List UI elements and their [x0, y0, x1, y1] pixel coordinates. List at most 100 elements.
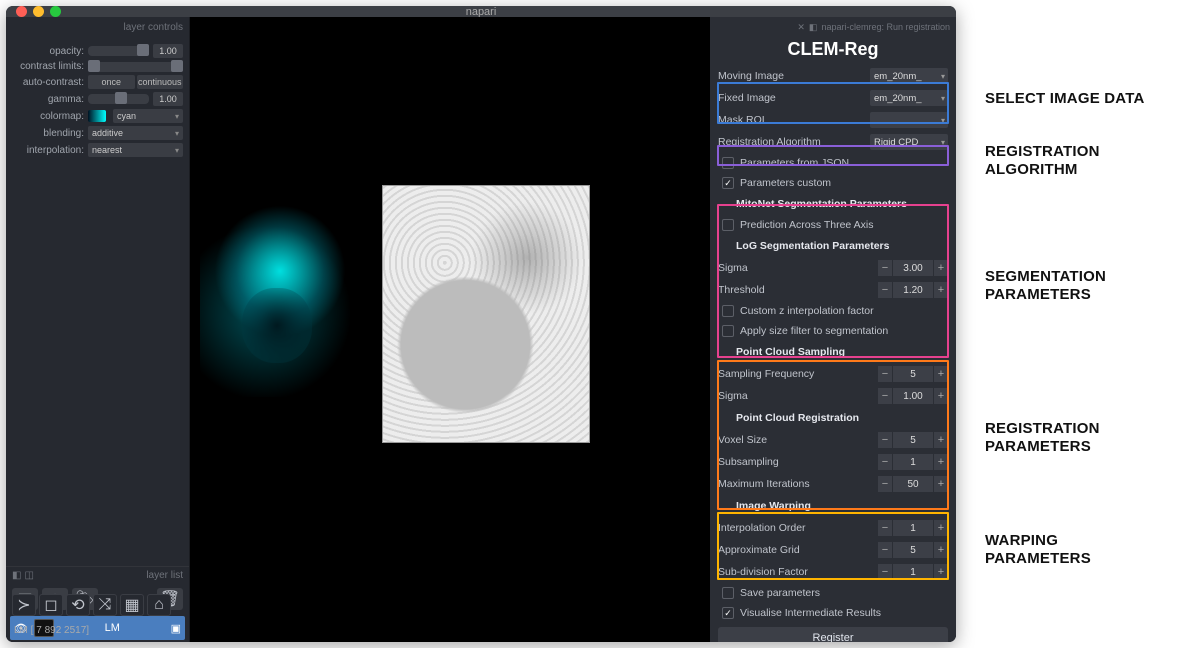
autocontrast-once-button[interactable]: once [88, 75, 135, 89]
ndisplay-button[interactable]: ◻ [39, 594, 63, 616]
voxel-label: Voxel Size [718, 434, 874, 446]
sizefilter-label: Apply size filter to segmentation [740, 325, 888, 337]
subsamp-plus-button[interactable]: + [934, 454, 948, 470]
threshold-label: Threshold [718, 284, 874, 296]
params-custom-label: Parameters custom [740, 177, 831, 189]
sigma-minus-button[interactable]: − [878, 260, 892, 276]
voxel-minus-button[interactable]: − [878, 432, 892, 448]
mask-roi-label: Mask ROI [718, 114, 866, 126]
sampfreq-minus-button[interactable]: − [878, 366, 892, 382]
interp-value[interactable]: 1 [893, 520, 933, 536]
annotation-warp-params: WARPING PARAMETERS [985, 532, 1091, 569]
custom-z-label: Custom z interpolation factor [740, 305, 874, 317]
subsamp-minus-button[interactable]: − [878, 454, 892, 470]
opacity-label: opacity: [12, 46, 84, 57]
maxit-minus-button[interactable]: − [878, 476, 892, 492]
blending-dropdown[interactable]: additive [88, 126, 183, 140]
opacity-value: 1.00 [153, 44, 183, 58]
float-panel-icon[interactable]: ◧ [809, 22, 818, 33]
em-image [382, 185, 590, 443]
vis-intermediate-label: Visualise Intermediate Results [740, 607, 881, 619]
params-json-label: Parameters from JSON [740, 157, 849, 169]
fixed-image-label: Fixed Image [718, 92, 866, 104]
canvas[interactable] [190, 17, 710, 642]
autocontrast-label: auto-contrast: [12, 77, 84, 88]
status-text: LM [ 7 892 2517] [14, 625, 89, 636]
subsamp-value[interactable]: 1 [893, 454, 933, 470]
interp-order-label: Interpolation Order [718, 522, 874, 534]
titlebar: napari [6, 6, 956, 17]
gamma-slider[interactable] [88, 94, 149, 104]
sigma2-plus-button[interactable]: + [934, 388, 948, 404]
console-button[interactable]: ≻ [12, 594, 36, 616]
plugin-panel: ✕ ◧ napari-clemreg: Run registration CLE… [710, 17, 956, 642]
subdiv-minus-button[interactable]: − [878, 564, 892, 580]
threshold-value[interactable]: 1.20 [893, 282, 933, 298]
threshold-plus-button[interactable]: + [934, 282, 948, 298]
moving-image-dropdown[interactable]: em_20nm_ [870, 68, 948, 84]
sizefilter-checkbox[interactable] [722, 325, 734, 337]
close-panel-icon[interactable]: ✕ [797, 22, 805, 33]
sigma2-label: Sigma [718, 390, 874, 402]
subdiv-plus-button[interactable]: + [934, 564, 948, 580]
interpolation-label: interpolation: [12, 145, 84, 156]
window-title: napari [6, 6, 956, 18]
interpolation-dropdown[interactable]: nearest [88, 143, 183, 157]
layer-controls-title: layer controls [124, 22, 183, 33]
fixed-image-dropdown[interactable]: em_20nm_ [870, 90, 948, 106]
home-button[interactable]: ⌂ [147, 594, 171, 616]
sigma2-value[interactable]: 1.00 [893, 388, 933, 404]
float-icon[interactable]: ◫ [24, 570, 33, 581]
interp-minus-button[interactable]: − [878, 520, 892, 536]
autocontrast-continuous-button[interactable]: continuous [137, 75, 184, 89]
maxit-plus-button[interactable]: + [934, 476, 948, 492]
sigma-value[interactable]: 3.00 [893, 260, 933, 276]
pc-sampling-header: Point Cloud Sampling [718, 346, 948, 358]
napari-window: napari layer controls opacity: 1.00 cont… [6, 6, 956, 642]
voxel-plus-button[interactable]: + [934, 432, 948, 448]
grid-button[interactable]: ▦ [120, 594, 144, 616]
threshold-minus-button[interactable]: − [878, 282, 892, 298]
colormap-dropdown[interactable]: cyan [113, 109, 183, 123]
transpose-button[interactable]: ⤨ [93, 594, 117, 616]
annotation-seg-params: SEGMENTATION PARAMETERS [985, 268, 1106, 305]
registration-algorithm-dropdown[interactable]: Rigid CPD [870, 134, 948, 150]
sampfreq-value[interactable]: 5 [893, 366, 933, 382]
contrast-label: contrast limits: [12, 61, 84, 72]
roll-button[interactable]: ⟲ [66, 594, 90, 616]
vis-intermediate-checkbox[interactable] [722, 607, 734, 619]
subdiv-label: Sub-division Factor [718, 566, 874, 578]
grid-plus-button[interactable]: + [934, 542, 948, 558]
grid-value[interactable]: 5 [893, 542, 933, 558]
custom-z-checkbox[interactable] [722, 305, 734, 317]
popout-icon[interactable]: ◧ [12, 570, 21, 581]
maxit-value[interactable]: 50 [893, 476, 933, 492]
params-json-checkbox[interactable] [722, 157, 734, 169]
annotation-select-image: SELECT IMAGE DATA [985, 90, 1145, 108]
sigma-plus-button[interactable]: + [934, 260, 948, 276]
sigma2-minus-button[interactable]: − [878, 388, 892, 404]
grid-minus-button[interactable]: − [878, 542, 892, 558]
save-params-checkbox[interactable] [722, 587, 734, 599]
params-custom-checkbox[interactable] [722, 177, 734, 189]
blending-label: blending: [12, 128, 84, 139]
subdiv-value[interactable]: 1 [893, 564, 933, 580]
warp-header: Image Warping [718, 500, 948, 512]
annotation-reg-params: REGISTRATION PARAMETERS [985, 420, 1100, 457]
predict-3axis-checkbox[interactable] [722, 219, 734, 231]
register-button[interactable]: Register [718, 627, 948, 642]
gamma-value: 1.00 [153, 92, 183, 106]
contrast-slider[interactable] [88, 62, 183, 72]
subsampling-label: Subsampling [718, 456, 874, 468]
viewer: 1 ▶ ◀ ▶ 7 | 105 [190, 17, 710, 642]
save-params-label: Save parameters [740, 587, 820, 599]
viewer-tool-buttons: ≻ ◻ ⟲ ⤨ ▦ ⌂ [12, 594, 171, 616]
interp-plus-button[interactable]: + [934, 520, 948, 536]
sampfreq-plus-button[interactable]: + [934, 366, 948, 382]
opacity-slider[interactable] [88, 46, 149, 56]
image-type-icon: ▣ [171, 622, 181, 635]
voxel-value[interactable]: 5 [893, 432, 933, 448]
predict-3axis-label: Prediction Across Three Axis [740, 219, 873, 231]
mask-roi-dropdown[interactable] [870, 112, 948, 128]
approx-grid-label: Approximate Grid [718, 544, 874, 556]
